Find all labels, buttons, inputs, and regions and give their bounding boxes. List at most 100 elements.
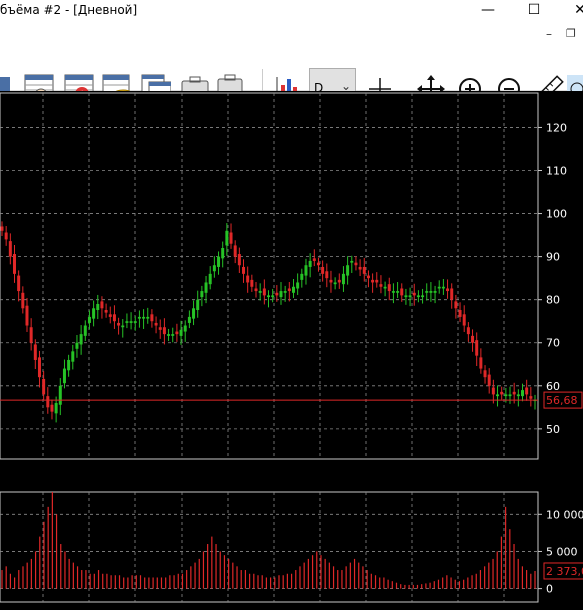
minimize-icon[interactable]: — — [465, 0, 511, 22]
window-title: бъёма #2 - [Дневной] — [0, 3, 138, 17]
candle-body — [458, 310, 462, 317]
candle-body — [325, 271, 329, 279]
candle-body — [479, 357, 483, 369]
candle-body — [250, 279, 254, 287]
y-tick-label: 90 — [546, 251, 560, 264]
candle-body — [17, 275, 21, 292]
candle-body — [146, 316, 150, 319]
candle-body — [233, 245, 237, 257]
candle-body — [337, 279, 341, 283]
y-tick-label: 80 — [546, 294, 560, 307]
close-icon[interactable]: ✕ — [557, 0, 583, 22]
candle-body — [271, 295, 275, 298]
candle-body — [83, 325, 87, 336]
candle-body — [267, 295, 270, 298]
candle-body — [375, 279, 379, 283]
mdi-minimize-icon[interactable]: – — [546, 27, 552, 41]
candle-body — [125, 321, 129, 323]
candle-body — [121, 325, 125, 328]
chart-area[interactable]: 120 110 100 90 80 70 60 50 56,68 10 000 5 000 0 2 3… — [0, 91, 583, 610]
candle-body — [254, 288, 258, 292]
candle-body — [483, 370, 487, 378]
candle-body — [96, 303, 100, 311]
candle-body — [237, 254, 241, 266]
candle-body — [54, 403, 58, 414]
candle-body — [379, 284, 383, 287]
candle-body — [196, 299, 200, 311]
candle-body — [221, 248, 225, 259]
candle-body — [291, 286, 295, 293]
candle-body — [521, 390, 525, 397]
candle-body — [75, 342, 79, 349]
y-tick-label: 60 — [546, 380, 560, 393]
y-tick-label: 110 — [546, 165, 567, 178]
candle-body — [454, 301, 458, 309]
candle-body — [167, 334, 171, 336]
candle-body — [200, 291, 204, 298]
candle-body — [346, 265, 350, 276]
candle-body — [508, 394, 512, 397]
candle-body — [416, 295, 420, 298]
candle-body — [321, 266, 325, 274]
price-panel[interactable]: 120 110 100 90 80 70 60 50 56,68 — [0, 91, 583, 461]
volume-panel[interactable]: 10 000 5 000 0 2 373,0 — [0, 484, 583, 610]
mdi-restore-icon[interactable]: ❐ — [566, 27, 576, 40]
candle-body — [446, 288, 450, 292]
candle-body — [333, 282, 337, 285]
candle-body — [496, 394, 500, 397]
candle-body — [500, 391, 504, 395]
candle-body — [100, 301, 104, 309]
candle-body — [304, 265, 308, 276]
candle-body — [529, 396, 533, 399]
candle-body — [183, 325, 187, 332]
candle-body — [504, 394, 508, 397]
volume-plot-frame — [0, 491, 539, 603]
candle-body — [33, 344, 37, 360]
last-volume-label: 2 373,0 — [546, 565, 583, 578]
candle-body — [4, 232, 8, 240]
candle-body — [275, 292, 279, 296]
candle-body — [462, 314, 466, 326]
candle-body — [475, 340, 479, 356]
candle-body — [150, 314, 154, 322]
candle-body — [208, 273, 212, 285]
y-tick-label: 50 — [546, 423, 560, 436]
candle-body — [316, 262, 320, 266]
candle-body — [204, 282, 208, 293]
candle-body — [341, 273, 345, 285]
candle-body — [21, 292, 25, 309]
candle-body — [158, 327, 162, 330]
candle-body — [112, 314, 116, 322]
candle-body — [258, 291, 262, 293]
y-tick-label: 100 — [546, 208, 567, 221]
candle-body — [87, 316, 91, 323]
candle-body — [329, 279, 333, 283]
candle-body — [46, 396, 50, 408]
candle-body — [229, 232, 233, 244]
candle-body — [279, 291, 283, 298]
candle-body — [179, 329, 183, 336]
candle-body — [92, 308, 96, 319]
title-bar: бъёма #2 - [Дневной] — ☐ ✕ — [0, 0, 583, 22]
candle-body — [58, 385, 62, 405]
candle-body — [25, 305, 29, 326]
candle-body — [308, 260, 312, 267]
candle-body — [246, 275, 250, 283]
maximize-icon[interactable]: ☐ — [511, 0, 557, 22]
candle-body — [0, 226, 4, 231]
volume-y-tick-label: 5 000 — [546, 545, 578, 558]
candle-body — [400, 288, 404, 296]
candle-body — [525, 387, 529, 395]
candle-body — [429, 291, 433, 293]
candle-body — [42, 378, 46, 395]
candle-body — [142, 316, 146, 319]
candle-body — [354, 262, 358, 266]
candle-body — [133, 321, 137, 323]
candle-body — [162, 327, 166, 335]
y-tick-label: 70 — [546, 337, 560, 350]
candle-body — [137, 316, 141, 319]
candle-body — [350, 260, 354, 263]
candle-body — [8, 241, 12, 257]
candle-body — [362, 266, 366, 274]
candle-body — [404, 295, 408, 298]
